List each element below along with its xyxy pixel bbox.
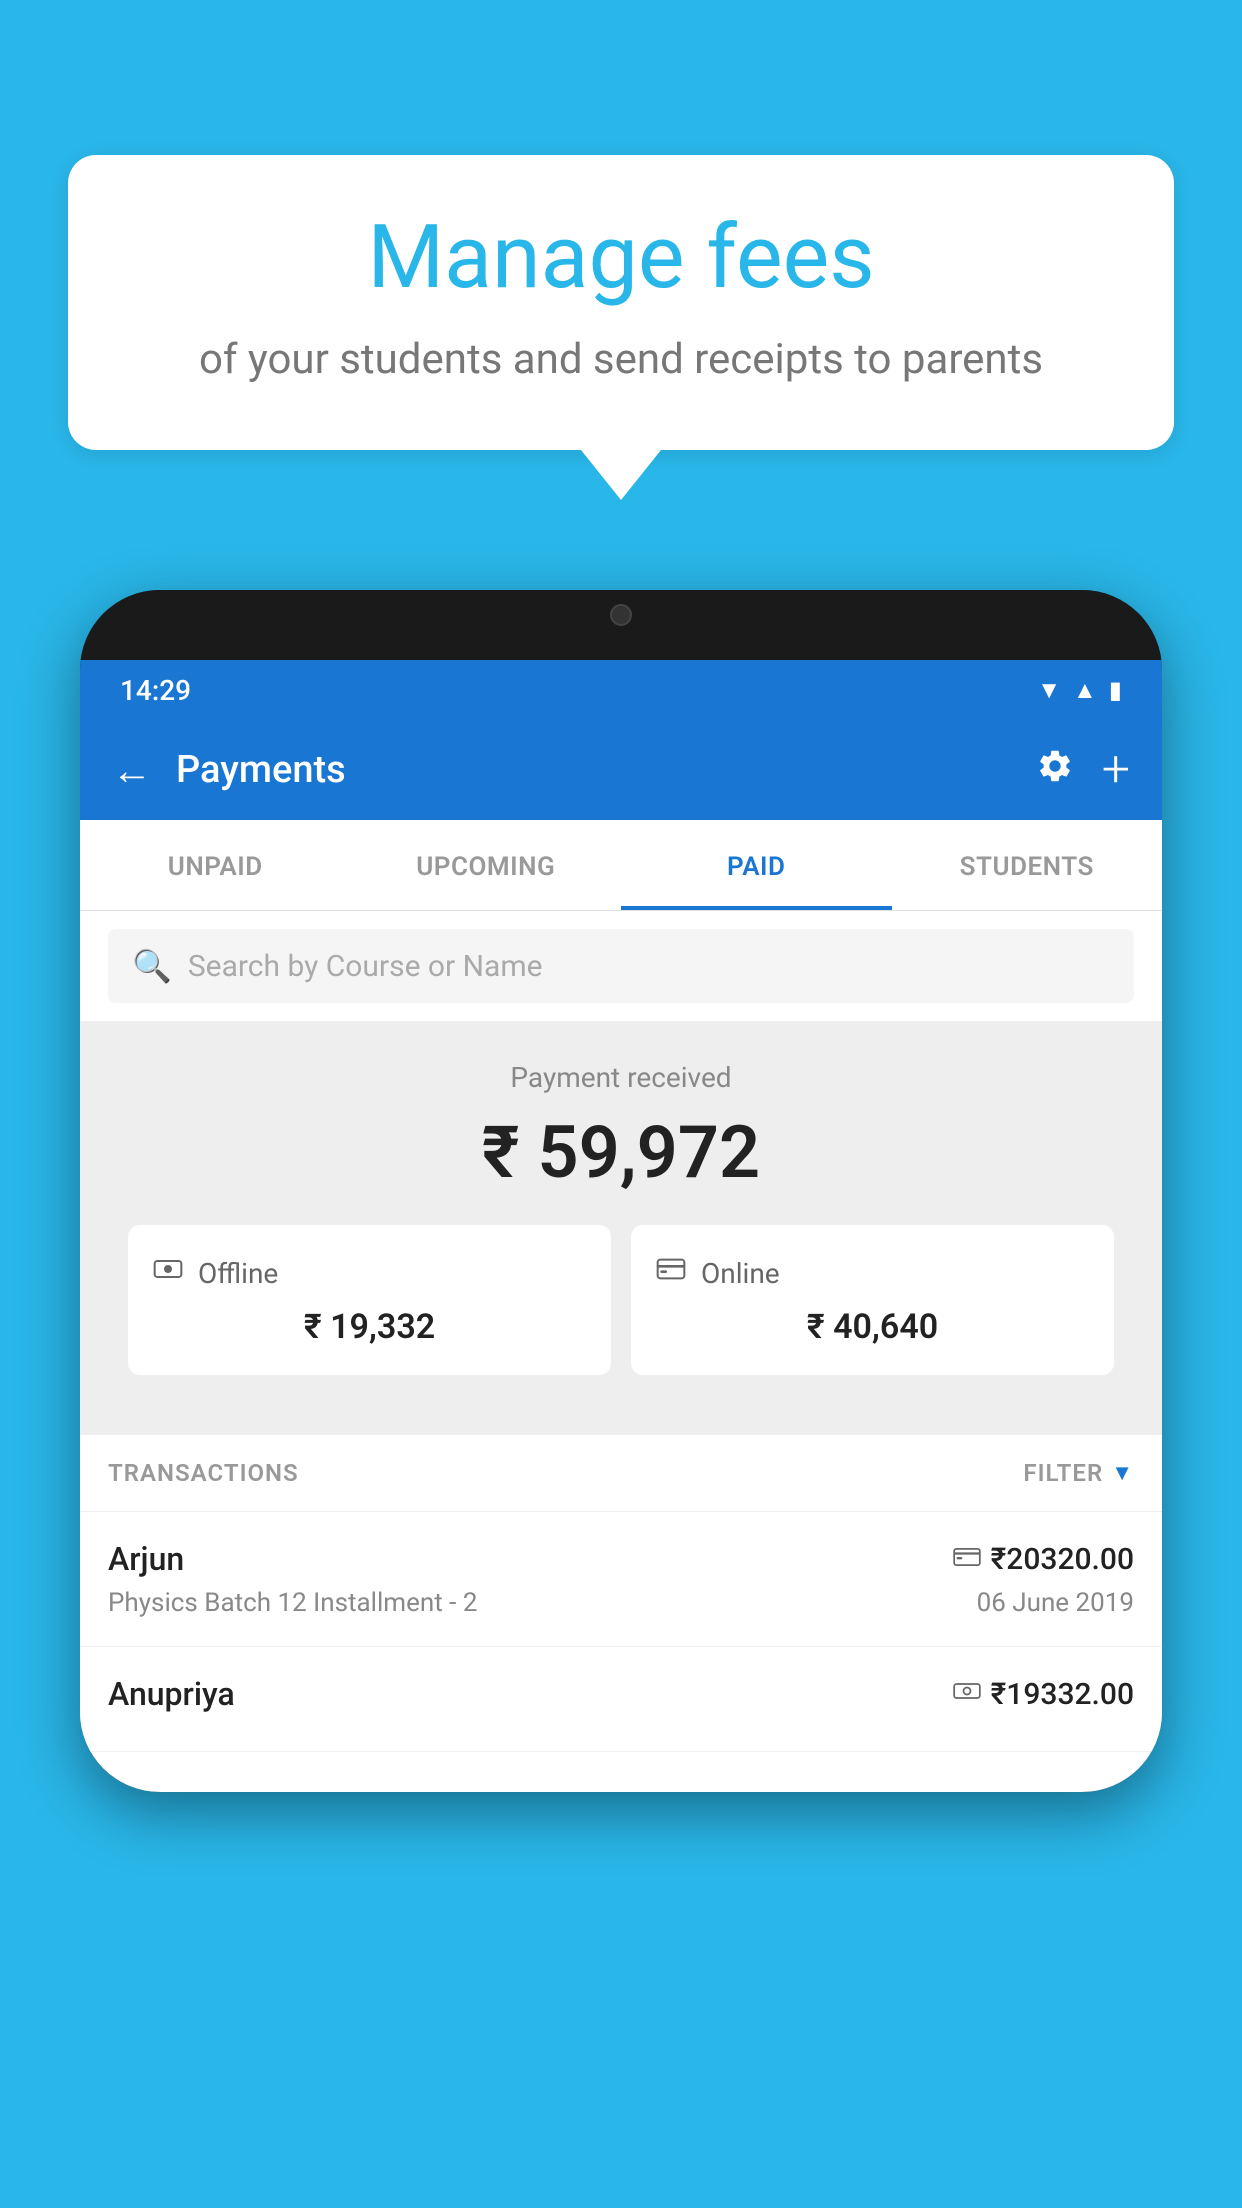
bubble-subtitle: of your students and send receipts to pa…	[128, 331, 1114, 390]
filter-icon: ▼	[1111, 1460, 1134, 1486]
offline-card-header: Offline	[152, 1253, 587, 1293]
offline-payment-card: Offline ₹ 19,332	[128, 1225, 611, 1375]
app-content: 🔍 Search by Course or Name Payment recei…	[80, 911, 1162, 1752]
search-input[interactable]: 🔍 Search by Course or Name	[108, 929, 1134, 1003]
transactions-label: TRANSACTIONS	[108, 1459, 299, 1487]
offline-amount: ₹ 19,332	[152, 1307, 587, 1347]
online-icon	[655, 1253, 687, 1293]
status-icons: ▼ ▲ ▮	[1037, 676, 1122, 705]
wifi-icon: ▼	[1037, 676, 1061, 705]
transaction-amount: ₹20320.00	[991, 1542, 1134, 1577]
online-amount: ₹ 40,640	[655, 1307, 1090, 1347]
tab-unpaid[interactable]: UNPAID	[80, 820, 351, 910]
tab-paid[interactable]: PAID	[621, 820, 892, 910]
signal-icon: ▲	[1073, 676, 1097, 705]
payment-received-section: Payment received ₹ 59,972	[80, 1021, 1162, 1435]
phone-bottom	[80, 1752, 1162, 1792]
payment-received-amount: ₹ 59,972	[104, 1110, 1138, 1195]
status-time: 14:29	[120, 674, 191, 707]
app-bar: ← Payments +	[80, 720, 1162, 820]
transaction-date: 06 June 2019	[977, 1588, 1134, 1618]
phone-container: 14:29 ▼ ▲ ▮ ← Payments + UNPAID	[80, 590, 1162, 1792]
offline-icon	[152, 1253, 184, 1293]
phone-mockup: 14:29 ▼ ▲ ▮ ← Payments + UNPAID	[80, 590, 1162, 1792]
speech-bubble-arrow	[581, 450, 661, 500]
tab-students[interactable]: STUDENTS	[892, 820, 1163, 910]
transaction-mode-icon	[953, 1544, 981, 1574]
notch	[531, 590, 711, 640]
transaction-top-row: Anupriya ₹19332.00	[108, 1675, 1134, 1713]
search-placeholder-text: Search by Course or Name	[188, 949, 543, 984]
online-payment-card: Online ₹ 40,640	[631, 1225, 1114, 1375]
offline-label: Offline	[198, 1257, 278, 1290]
filter-button[interactable]: FILTER ▼	[1023, 1459, 1134, 1487]
status-bar: 14:29 ▼ ▲ ▮	[80, 660, 1162, 720]
transaction-row[interactable]: Arjun ₹20320.00	[80, 1512, 1162, 1647]
battery-icon: ▮	[1109, 676, 1122, 704]
phone-top	[80, 590, 1162, 660]
add-icon[interactable]: +	[1102, 745, 1130, 795]
transaction-name: Anupriya	[108, 1675, 235, 1713]
online-label: Online	[701, 1257, 780, 1290]
app-bar-actions: +	[1036, 745, 1130, 795]
tab-upcoming[interactable]: UPCOMING	[351, 820, 622, 910]
bubble-title: Manage fees	[128, 210, 1114, 307]
tabs-bar: UNPAID UPCOMING PAID STUDENTS	[80, 820, 1162, 911]
back-button[interactable]: ←	[112, 747, 152, 794]
filter-text: FILTER	[1023, 1459, 1103, 1487]
settings-icon[interactable]	[1036, 747, 1074, 794]
online-card-header: Online	[655, 1253, 1090, 1293]
transaction-course: Physics Batch 12 Installment - 2	[108, 1588, 477, 1618]
speech-bubble: Manage fees of your students and send re…	[68, 155, 1174, 450]
speech-bubble-container: Manage fees of your students and send re…	[68, 155, 1174, 500]
payment-cards-row: Offline ₹ 19,332	[104, 1225, 1138, 1405]
search-icon: 🔍	[132, 947, 172, 985]
camera	[610, 604, 632, 626]
transaction-amount: ₹19332.00	[991, 1677, 1134, 1712]
payment-received-label: Payment received	[104, 1061, 1138, 1094]
transaction-name: Arjun	[108, 1540, 184, 1578]
transaction-mode-icon-offline	[953, 1679, 981, 1709]
transaction-amount-container: ₹19332.00	[953, 1677, 1134, 1712]
transaction-bottom-row: Physics Batch 12 Installment - 2 06 June…	[108, 1588, 1134, 1618]
transaction-amount-container: ₹20320.00	[953, 1542, 1134, 1577]
app-bar-title: Payments	[176, 748, 1012, 792]
transaction-row[interactable]: Anupriya ₹19332.00	[80, 1647, 1162, 1752]
transactions-header: TRANSACTIONS FILTER ▼	[80, 1435, 1162, 1512]
search-bar-container: 🔍 Search by Course or Name	[80, 911, 1162, 1021]
transaction-top-row: Arjun ₹20320.00	[108, 1540, 1134, 1578]
